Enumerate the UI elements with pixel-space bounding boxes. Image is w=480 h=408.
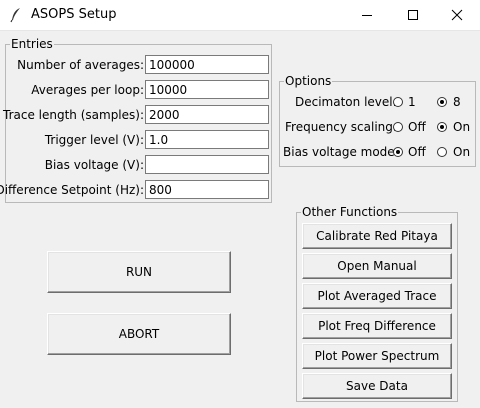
window-title: ASOPS Setup bbox=[31, 7, 117, 22]
title-bar[interactable]: ASOPS Setup bbox=[0, 0, 480, 30]
trigger-level-input[interactable] bbox=[145, 130, 269, 149]
option-label-decimation: Decimaton level: bbox=[295, 95, 397, 109]
entries-legend: Entries bbox=[10, 37, 54, 51]
plot-averaged-trace-button[interactable]: Plot Averaged Trace bbox=[302, 283, 452, 309]
plot-freq-difference-button[interactable]: Plot Freq Difference bbox=[302, 313, 452, 339]
options-group: Options Decimaton level: 1 8 Frequency s… bbox=[279, 74, 476, 167]
other-functions-group: Other Functions Calibrate Red Pitaya Ope… bbox=[296, 205, 458, 402]
calibrate-red-pitaya-button[interactable]: Calibrate Red Pitaya bbox=[302, 223, 452, 249]
options-legend: Options bbox=[284, 74, 333, 88]
entry-label-per-loop: Averages per loop: bbox=[31, 83, 144, 97]
option-label-frequency-scaling: Frequency scaling: bbox=[285, 120, 397, 134]
open-manual-button[interactable]: Open Manual bbox=[302, 253, 452, 279]
frequency-scaling-radio-on-label: On bbox=[453, 120, 471, 134]
other-functions-legend: Other Functions bbox=[301, 205, 399, 219]
minimize-icon bbox=[362, 15, 372, 16]
frequency-scaling-radio-on[interactable] bbox=[437, 122, 447, 132]
minimize-button[interactable] bbox=[344, 0, 390, 30]
entries-group: Entries Number of averages: Averages per… bbox=[0, 37, 272, 203]
abort-button[interactable]: ABORT bbox=[47, 313, 231, 355]
decimation-radio-8[interactable] bbox=[437, 97, 447, 107]
feather-icon bbox=[9, 7, 23, 23]
plot-power-spectrum-button[interactable]: Plot Power Spectrum bbox=[302, 343, 452, 369]
bias-mode-radio-on[interactable] bbox=[437, 147, 447, 157]
maximize-icon bbox=[408, 10, 418, 20]
maximize-button[interactable] bbox=[390, 0, 436, 30]
averages-per-loop-input[interactable] bbox=[145, 80, 269, 99]
close-icon bbox=[451, 9, 463, 21]
frequency-scaling-radio-off[interactable] bbox=[393, 122, 403, 132]
entry-label-trace-length: Trace length (samples): bbox=[3, 108, 144, 122]
entry-label-bias: Bias voltage (V): bbox=[44, 158, 144, 172]
save-data-button[interactable]: Save Data bbox=[302, 373, 452, 399]
entry-label-setpoint: Difference Setpoint (Hz): bbox=[0, 183, 144, 197]
decimation-radio-1[interactable] bbox=[393, 97, 403, 107]
trace-length-input[interactable] bbox=[145, 105, 269, 124]
bias-mode-radio-on-label: On bbox=[453, 145, 471, 159]
bias-voltage-input[interactable] bbox=[145, 155, 269, 174]
entry-label-trigger: Trigger level (V): bbox=[44, 133, 144, 147]
close-button[interactable] bbox=[434, 0, 480, 30]
entry-label-averages: Number of averages: bbox=[17, 58, 144, 72]
decimation-radio-1-label: 1 bbox=[408, 95, 416, 109]
difference-setpoint-input[interactable] bbox=[145, 180, 269, 199]
number-of-averages-input[interactable] bbox=[145, 55, 269, 74]
bias-mode-radio-off-label: Off bbox=[408, 145, 426, 159]
option-label-bias-mode: Bias voltage mode: bbox=[283, 145, 399, 159]
bias-mode-radio-off[interactable] bbox=[393, 147, 403, 157]
decimation-radio-8-label: 8 bbox=[453, 95, 461, 109]
frequency-scaling-radio-off-label: Off bbox=[408, 120, 426, 134]
run-button[interactable]: RUN bbox=[47, 251, 231, 293]
